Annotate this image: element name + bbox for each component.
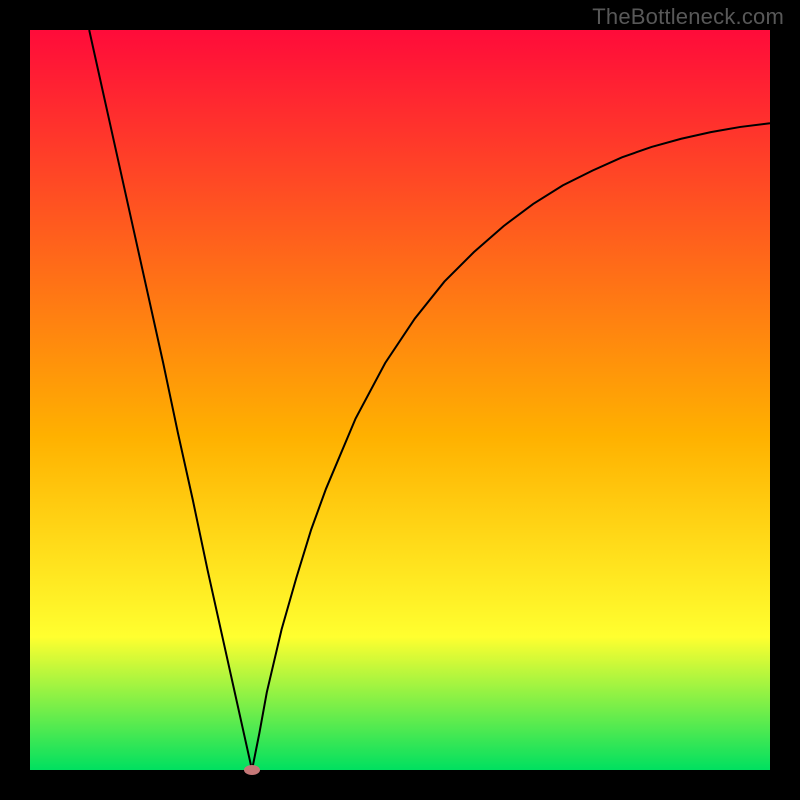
minimum-marker: [244, 765, 260, 775]
watermark-text: TheBottleneck.com: [592, 4, 784, 30]
chart-plot-area: [30, 30, 770, 770]
bottleneck-chart: [0, 0, 800, 800]
chart-container: TheBottleneck.com: [0, 0, 800, 800]
